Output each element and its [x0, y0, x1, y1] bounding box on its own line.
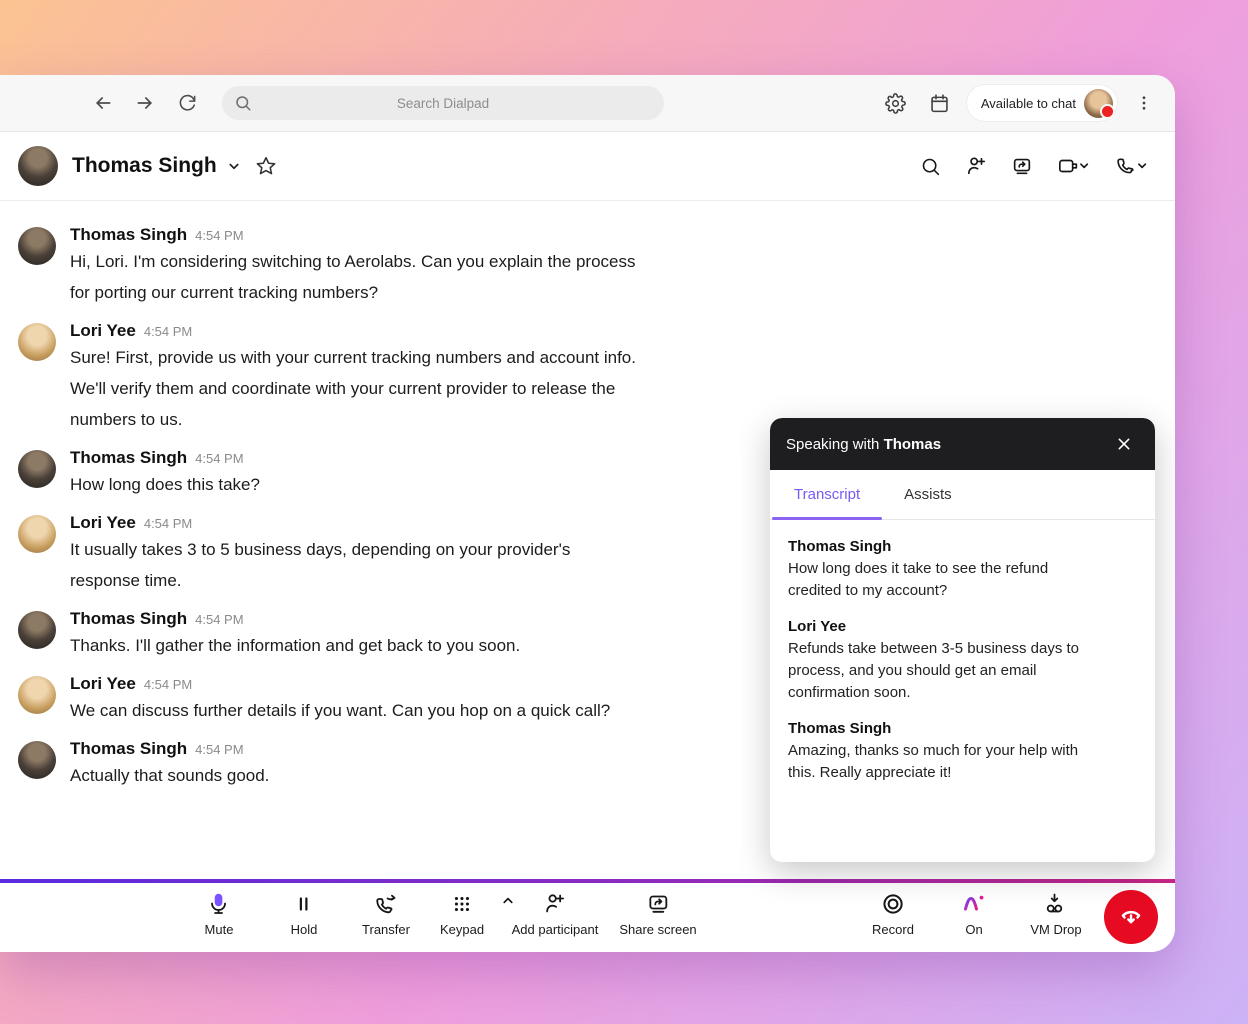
avatar	[18, 741, 56, 779]
message-author: Thomas Singh	[70, 609, 187, 629]
vm-drop-label: VM Drop	[1030, 922, 1081, 937]
video-call-button[interactable]	[1049, 147, 1099, 185]
microphone-icon	[207, 891, 231, 917]
message-author: Lori Yee	[70, 513, 136, 533]
message-author: Lori Yee	[70, 674, 136, 694]
avatar	[18, 515, 56, 553]
avatar	[18, 676, 56, 714]
phone-icon	[1116, 155, 1149, 177]
app-window: Available to chat Thomas Singh	[0, 75, 1175, 952]
voicemail-drop-icon	[1043, 891, 1069, 917]
message-text: Thanks. I'll gather the information and …	[70, 630, 520, 661]
refresh-button[interactable]	[170, 86, 204, 120]
mute-button[interactable]: Mute	[205, 891, 234, 937]
back-arrow-icon	[93, 93, 113, 113]
overflow-menu-button[interactable]	[1127, 86, 1161, 120]
transcript-speaker: Thomas Singh	[788, 718, 1137, 740]
avatar	[18, 227, 56, 265]
conversation-header: Thomas Singh	[0, 132, 1175, 201]
message-time: 4:54 PM	[144, 516, 192, 531]
forward-button[interactable]	[128, 86, 162, 120]
transcript-text: How long does it take to see the refund …	[788, 558, 1137, 602]
call-button[interactable]	[1107, 147, 1157, 185]
contact-avatar	[18, 146, 58, 186]
live-call-panel: Speaking with Thomas Transcript Assists …	[770, 418, 1155, 862]
avatar	[18, 450, 56, 488]
call-control-bar: Mute Hold Transfer Keypad Add participan	[0, 883, 1175, 952]
transfer-button[interactable]: Transfer	[362, 891, 410, 937]
message-author: Thomas Singh	[70, 739, 187, 759]
close-button[interactable]	[1109, 429, 1139, 459]
kebab-icon	[1135, 94, 1153, 112]
vm-drop-chevron-up-icon[interactable]	[501, 893, 516, 908]
transcript-text: Refunds take between 3-5 business days t…	[788, 638, 1137, 704]
message-time: 4:54 PM	[195, 451, 243, 466]
panel-tabs: Transcript Assists	[770, 470, 1155, 520]
transcript-speaker: Thomas Singh	[788, 536, 1137, 558]
message-text: How long does this take?	[70, 469, 260, 500]
transfer-label: Transfer	[362, 922, 410, 937]
tab-assists[interactable]: Assists	[882, 470, 974, 519]
presence-status[interactable]: Available to chat	[967, 85, 1117, 121]
transcript-entry: Thomas Singh How long does it take to se…	[788, 536, 1137, 602]
panel-title: Speaking with Thomas	[786, 436, 941, 453]
message-time: 4:54 PM	[195, 742, 243, 757]
presence-status-label: Available to chat	[981, 96, 1076, 111]
live-call-panel-header[interactable]: Speaking with Thomas	[770, 418, 1155, 470]
message-time: 4:54 PM	[195, 612, 243, 627]
screen-share-icon	[1011, 155, 1033, 177]
message: Thomas Singh 4:54 PM Hi, Lori. I'm consid…	[0, 225, 1175, 321]
transcript-entry: Lori Yee Refunds take between 3-5 busine…	[788, 616, 1137, 704]
refresh-icon	[178, 94, 197, 113]
person-add-icon	[965, 155, 987, 177]
transfer-phone-icon	[374, 891, 398, 917]
settings-button[interactable]	[879, 86, 913, 120]
message-text: Sure! First, provide us with your curren…	[70, 342, 636, 435]
transcript-text: Amazing, thanks so much for your help wi…	[788, 740, 1137, 784]
transcript-speaker: Lori Yee	[788, 616, 1137, 638]
hold-button[interactable]: Hold	[291, 891, 318, 937]
add-person-button[interactable]	[957, 147, 995, 185]
back-button[interactable]	[86, 86, 120, 120]
message-author: Thomas Singh	[70, 225, 187, 245]
search-input[interactable]	[222, 85, 664, 121]
message-author: Lori Yee	[70, 321, 136, 341]
calendar-button[interactable]	[923, 86, 957, 120]
mute-label: Mute	[205, 922, 234, 937]
gear-icon	[885, 93, 906, 114]
browser-topbar: Available to chat	[0, 75, 1175, 132]
hold-label: Hold	[291, 922, 318, 937]
avatar	[18, 611, 56, 649]
forward-arrow-icon	[135, 93, 155, 113]
message-time: 4:54 PM	[144, 324, 192, 339]
message-text: Actually that sounds good.	[70, 760, 269, 791]
avatar	[18, 323, 56, 361]
user-avatar	[1084, 89, 1113, 118]
message-text: It usually takes 3 to 5 business days, d…	[70, 534, 570, 596]
transcript-entry: Thomas Singh Amazing, thanks so much for…	[788, 718, 1137, 784]
vm-drop-button[interactable]: VM Drop	[469, 891, 1176, 937]
search-icon	[234, 94, 252, 112]
share-screen-button[interactable]	[1003, 147, 1041, 185]
contact-chevron-down-icon[interactable]	[225, 157, 243, 175]
message-text: Hi, Lori. I'm considering switching to A…	[70, 246, 635, 308]
search-icon	[920, 156, 941, 177]
hang-up-icon	[1116, 902, 1146, 932]
close-icon	[1116, 436, 1132, 452]
message-author: Thomas Singh	[70, 448, 187, 468]
message-text: We can discuss further details if you wa…	[70, 695, 610, 726]
pause-icon	[293, 891, 315, 917]
contact-name: Thomas Singh	[72, 154, 217, 178]
message-time: 4:54 PM	[195, 228, 243, 243]
calendar-icon	[929, 93, 950, 114]
favorite-star-icon[interactable]	[255, 155, 277, 177]
end-call-button[interactable]	[1104, 890, 1158, 944]
video-camera-icon	[1058, 155, 1091, 177]
search-conversation-button[interactable]	[911, 147, 949, 185]
search-bar[interactable]	[222, 86, 664, 120]
transcript-list[interactable]: Thomas Singh How long does it take to se…	[770, 520, 1155, 814]
tab-transcript[interactable]: Transcript	[772, 470, 882, 519]
message-time: 4:54 PM	[144, 677, 192, 692]
status-dot	[1100, 104, 1115, 119]
